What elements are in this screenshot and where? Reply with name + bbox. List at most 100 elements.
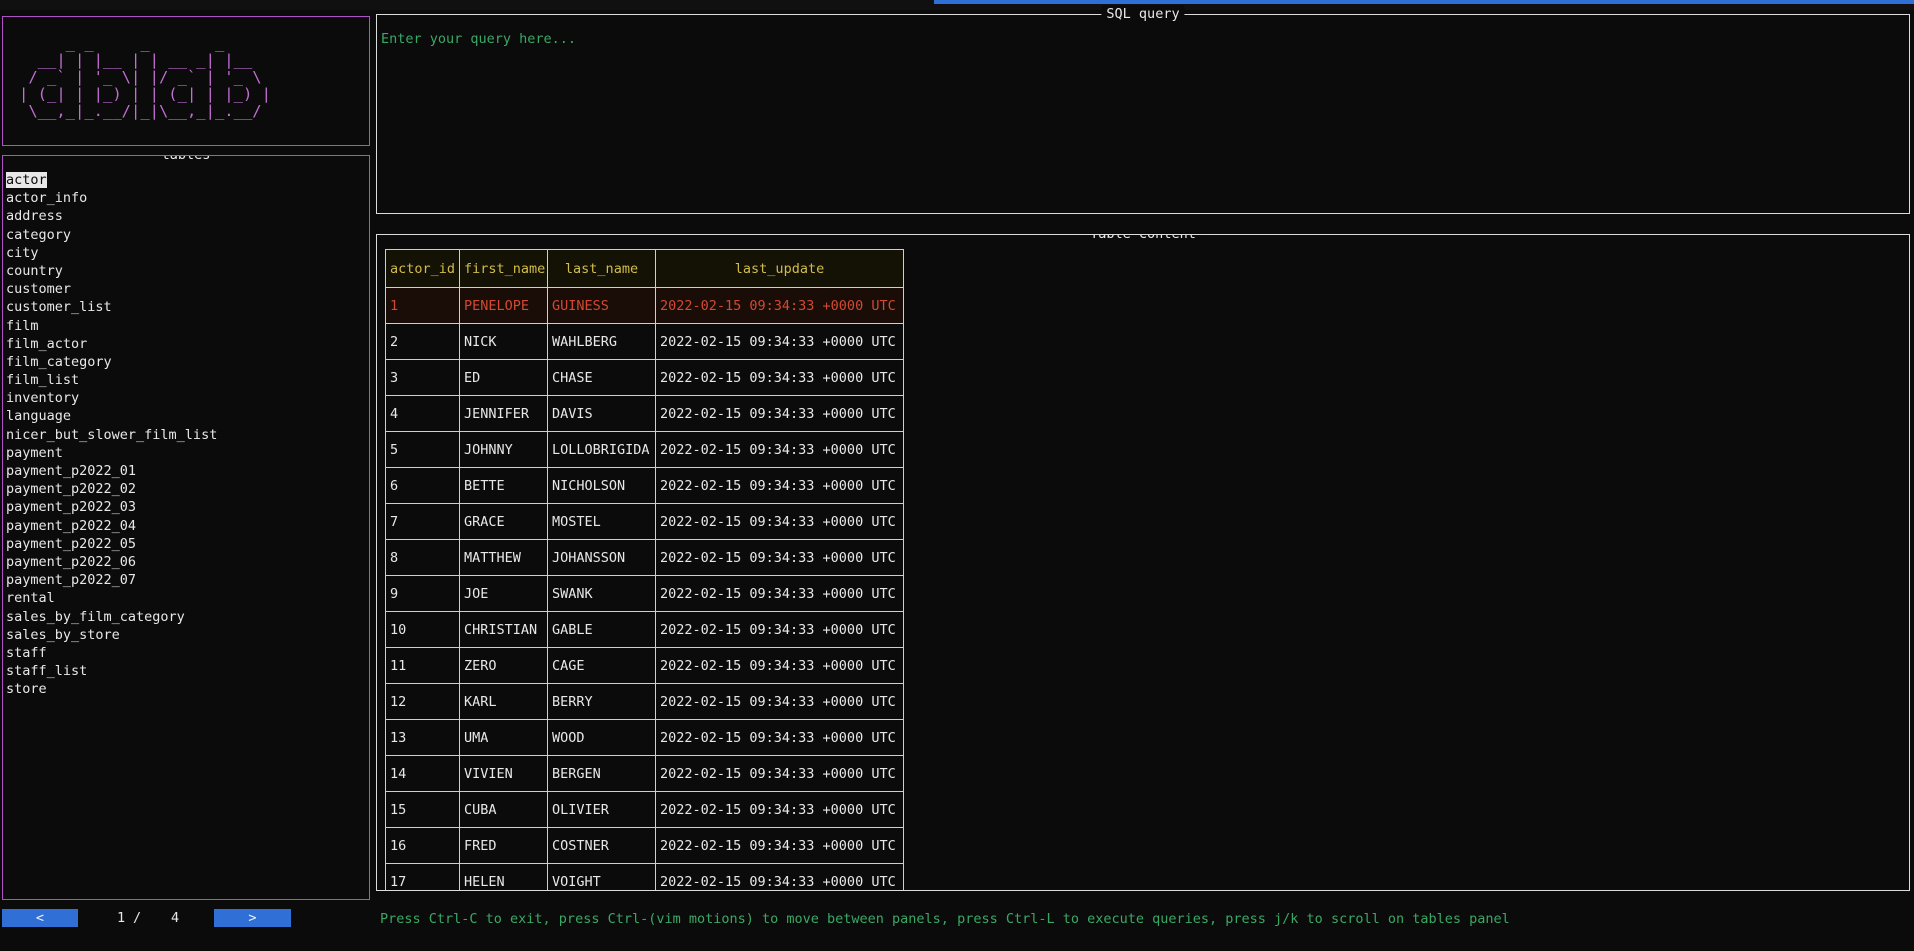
table-cell: 2022-02-15 09:34:33 +0000 UTC [656,720,904,756]
table-row[interactable]: 5JOHNNYLOLLOBRIGIDA2022-02-15 09:34:33 +… [386,432,904,468]
tables-list-item[interactable]: payment_p2022_04 [6,517,369,535]
tables-list-item[interactable]: language [6,407,369,425]
table-cell: 2022-02-15 09:34:33 +0000 UTC [656,504,904,540]
table-row[interactable]: 10CHRISTIANGABLE2022-02-15 09:34:33 +000… [386,612,904,648]
sql-panel-title: SQL query [1101,5,1184,23]
table-cell: BERGEN [548,756,656,792]
table-cell: 13 [386,720,460,756]
table-row[interactable]: 4JENNIFERDAVIS2022-02-15 09:34:33 +0000 … [386,396,904,432]
tables-list: actoractor_infoaddresscategorycitycountr… [3,156,369,698]
table-cell: CHRISTIAN [460,612,548,648]
content-panel-title: Table Content [1085,234,1201,243]
tables-list-item[interactable]: payment_p2022_05 [6,535,369,553]
prev-page-button[interactable]: < [2,909,78,927]
tables-list-item[interactable]: actor_info [6,189,369,207]
page-separator: / [133,909,141,927]
tables-list-item-label: actor_info [6,190,87,206]
tables-list-item[interactable]: film_list [6,371,369,389]
table-cell: MATTHEW [460,540,548,576]
table-cell: ED [460,360,548,396]
tables-list-item[interactable]: staff_list [6,662,369,680]
ascii-logo: _ _ _ _ __| | |__ | | __ _| |__ / _` | '… [3,17,369,120]
tables-list-item-label: inventory [6,390,79,406]
next-page-button[interactable]: > [214,909,291,927]
sql-query-placeholder: Enter your query here... [381,31,576,47]
table-row[interactable]: 6BETTENICHOLSON2022-02-15 09:34:33 +0000… [386,468,904,504]
tables-list-item[interactable]: staff [6,644,369,662]
table-cell: 2022-02-15 09:34:33 +0000 UTC [656,612,904,648]
tables-list-item[interactable]: customer [6,280,369,298]
tables-list-item[interactable]: address [6,207,369,225]
tables-list-item[interactable]: payment_p2022_03 [6,498,369,516]
table-row[interactable]: 8MATTHEWJOHANSSON2022-02-15 09:34:33 +00… [386,540,904,576]
table-row[interactable]: 12KARLBERRY2022-02-15 09:34:33 +0000 UTC [386,684,904,720]
table-row[interactable]: 3EDCHASE2022-02-15 09:34:33 +0000 UTC [386,360,904,396]
tables-list-item[interactable]: film_actor [6,335,369,353]
tables-list-item-label: film [6,318,39,334]
bottom-bar: < 1 / 4 > Press Ctrl-C to exit, press Ct… [0,909,1914,929]
tables-list-item-label: sales_by_store [6,627,120,643]
table-cell: 2022-02-15 09:34:33 +0000 UTC [656,648,904,684]
sql-query-input[interactable]: Enter your query here... [377,15,1909,213]
tables-list-item[interactable]: category [6,226,369,244]
table-cell: JENNIFER [460,396,548,432]
tables-list-item[interactable]: nicer_but_slower_film_list [6,426,369,444]
content-table-body: 1PENELOPEGUINESS2022-02-15 09:34:33 +000… [386,288,904,892]
tables-list-item[interactable]: payment_p2022_07 [6,571,369,589]
tables-list-item[interactable]: store [6,680,369,698]
table-cell: HELEN [460,864,548,892]
table-row[interactable]: 9JOESWANK2022-02-15 09:34:33 +0000 UTC [386,576,904,612]
table-cell: 2022-02-15 09:34:33 +0000 UTC [656,792,904,828]
tables-list-item-label: payment_p2022_06 [6,554,136,570]
content-table-wrap: actor_idfirst_namelast_namelast_update 1… [385,249,1909,891]
tables-list-item[interactable]: sales_by_store [6,626,369,644]
tables-list-item[interactable]: customer_list [6,298,369,316]
table-cell: 2 [386,324,460,360]
tables-list-item[interactable]: film_category [6,353,369,371]
table-cell: 14 [386,756,460,792]
table-cell: MOSTEL [548,504,656,540]
tables-list-item-label: language [6,408,71,424]
tables-list-item-label: country [6,263,63,279]
tables-list-item[interactable]: actor [6,171,369,189]
table-cell: GRACE [460,504,548,540]
table-row[interactable]: 11ZEROCAGE2022-02-15 09:34:33 +0000 UTC [386,648,904,684]
tables-list-item[interactable]: payment_p2022_01 [6,462,369,480]
table-content-panel: Table Content actor_idfirst_namelast_nam… [376,234,1910,891]
table-row[interactable]: 13UMAWOOD2022-02-15 09:34:33 +0000 UTC [386,720,904,756]
table-row[interactable]: 17HELENVOIGHT2022-02-15 09:34:33 +0000 U… [386,864,904,892]
table-cell: PENELOPE [460,288,548,324]
table-row[interactable]: 1PENELOPEGUINESS2022-02-15 09:34:33 +000… [386,288,904,324]
table-cell: 2022-02-15 09:34:33 +0000 UTC [656,324,904,360]
table-cell: BETTE [460,468,548,504]
tables-list-item-label: store [6,681,47,697]
top-scroll-indicator [934,0,1914,4]
content-table-header-row: actor_idfirst_namelast_namelast_update [386,250,904,288]
table-cell: 15 [386,792,460,828]
tables-panel: tables actoractor_infoaddresscategorycit… [2,155,370,900]
sql-query-panel: SQL query Enter your query here... [376,14,1910,214]
table-row[interactable]: 15CUBAOLIVIER2022-02-15 09:34:33 +0000 U… [386,792,904,828]
table-cell: 5 [386,432,460,468]
table-cell: 9 [386,576,460,612]
table-row[interactable]: 7GRACEMOSTEL2022-02-15 09:34:33 +0000 UT… [386,504,904,540]
table-cell: 2022-02-15 09:34:33 +0000 UTC [656,396,904,432]
tables-list-item[interactable]: payment_p2022_02 [6,480,369,498]
tables-list-item[interactable]: payment_p2022_06 [6,553,369,571]
tables-list-item[interactable]: sales_by_film_category [6,608,369,626]
tables-list-item[interactable]: film [6,317,369,335]
table-cell: DAVIS [548,396,656,432]
table-cell: LOLLOBRIGIDA [548,432,656,468]
table-cell: OLIVIER [548,792,656,828]
tables-list-item[interactable]: country [6,262,369,280]
table-row[interactable]: 14VIVIENBERGEN2022-02-15 09:34:33 +0000 … [386,756,904,792]
table-cell: KARL [460,684,548,720]
table-row[interactable]: 16FREDCOSTNER2022-02-15 09:34:33 +0000 U… [386,828,904,864]
table-row[interactable]: 2NICKWAHLBERG2022-02-15 09:34:33 +0000 U… [386,324,904,360]
tables-list-item[interactable]: inventory [6,389,369,407]
table-cell: 11 [386,648,460,684]
tables-list-item[interactable]: rental [6,589,369,607]
tables-list-item[interactable]: city [6,244,369,262]
tables-list-item-label: payment_p2022_03 [6,499,136,515]
tables-list-item[interactable]: payment [6,444,369,462]
